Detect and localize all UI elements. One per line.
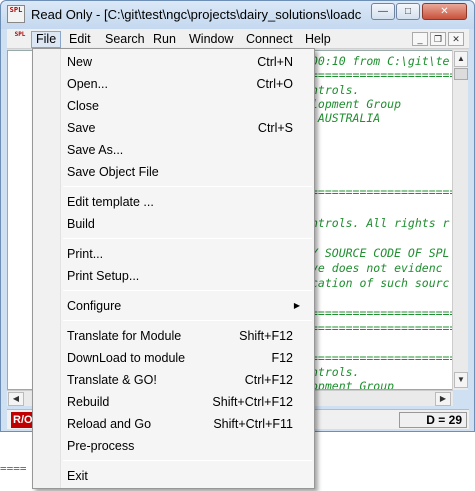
menu-edit[interactable]: Edit <box>65 31 95 48</box>
background-text: ==== <box>0 462 27 475</box>
menu-item-exit[interactable]: Exit <box>35 465 312 487</box>
menu-item-label: Rebuild <box>67 395 110 409</box>
menu-item-build[interactable]: Build <box>35 213 312 235</box>
menu-item-label: Close <box>67 99 99 113</box>
code-line: ====================== <box>311 306 457 320</box>
menu-item-rebuild[interactable]: Rebuild Shift+Ctrl+F12 <box>35 391 312 413</box>
code-line: ====================== <box>311 321 457 335</box>
read-only-indicator: R/O <box>11 412 33 428</box>
code-line: ntrols. <box>311 365 360 379</box>
menu-item-reload-and-go[interactable]: Reload and Go Shift+Ctrl+F11 <box>35 413 312 435</box>
minimize-button[interactable]: — <box>371 3 395 20</box>
menu-item-print-setup[interactable]: Print Setup... <box>35 265 312 287</box>
menu-item-shortcut: F12 <box>271 351 293 365</box>
code-line: ====================== <box>311 185 457 199</box>
document-icon[interactable]: SPL <box>12 31 28 46</box>
menu-item-label: Pre-process <box>67 439 135 453</box>
menu-item-edit-template[interactable]: Edit template ... <box>35 191 312 213</box>
code-line: ntrols. All rights r <box>311 216 450 230</box>
menu-item-shortcut: Ctrl+S <box>257 121 293 135</box>
menu-item-pre-process[interactable]: Pre-process <box>35 435 312 457</box>
menu-item-label: Print Setup... <box>67 269 140 283</box>
menu-item-shortcut: Shift+Ctrl+F12 <box>212 395 293 409</box>
menu-item-label: Save As... <box>67 143 124 157</box>
menu-window[interactable]: Window <box>185 31 237 48</box>
menu-item-shortcut: Shift+F12 <box>239 329 293 343</box>
menu-item-label: New <box>67 55 93 69</box>
menu-item-save-as[interactable]: Save As... <box>35 139 312 161</box>
menu-run[interactable]: Run <box>149 31 180 48</box>
menu-item-label: Build <box>67 217 95 231</box>
menu-connect[interactable]: Connect <box>242 31 297 48</box>
menu-item-label: Exit <box>67 469 88 483</box>
menu-separator <box>63 290 312 291</box>
screen: SPL Read Only - [C:\git\test\ngc\project… <box>0 0 475 491</box>
menu-item-label: DownLoad to module <box>67 351 186 365</box>
close-button[interactable]: ✕ <box>422 3 467 20</box>
maximize-button[interactable]: □ <box>396 3 420 20</box>
mdi-restore-button[interactable]: ❐ <box>430 32 446 46</box>
code-line: opment Group <box>311 379 395 390</box>
menu-item-shortcut: Ctrl+O <box>256 77 293 91</box>
code-line: cation of such sourc <box>311 276 450 290</box>
menu-item-print[interactable]: Print... <box>35 243 312 265</box>
menu-item-save[interactable]: Save Ctrl+S <box>35 117 312 139</box>
mdi-minimize-button[interactable]: _ <box>412 32 428 46</box>
scroll-up-arrow-icon[interactable]: ▲ <box>454 51 468 67</box>
window-title: Read Only - [C:\git\test\ngc\projects\da… <box>31 7 361 22</box>
menu-item-configure[interactable]: Configure ▶ <box>35 295 312 317</box>
menu-item-save-object-file[interactable]: Save Object File <box>35 161 312 183</box>
menu-item-label: Edit template ... <box>67 195 154 209</box>
scroll-down-arrow-icon[interactable]: ▼ <box>454 372 468 388</box>
menu-file[interactable]: File <box>31 31 62 48</box>
menu-item-label: Translate & GO! <box>67 373 157 387</box>
menu-help[interactable]: Help <box>301 31 335 48</box>
menu-separator <box>63 320 312 321</box>
menu-item-open[interactable]: Open... Ctrl+O <box>35 73 312 95</box>
menu-item-label: Open... <box>67 77 108 91</box>
title-bar[interactable]: SPL Read Only - [C:\git\test\ngc\project… <box>1 1 474 29</box>
menu-item-label: Save Object File <box>67 165 159 179</box>
menu-item-shortcut: Ctrl+N <box>257 55 293 69</box>
code-line: ntrols. <box>311 83 360 97</box>
code-line: ====================== <box>311 351 457 365</box>
menu-item-label: Print... <box>67 247 104 261</box>
menu-item-label: Translate for Module <box>67 329 182 343</box>
menu-item-download-to-module[interactable]: DownLoad to module F12 <box>35 347 312 369</box>
line-indicator: D = 29 <box>399 412 467 428</box>
menu-item-shortcut: Ctrl+F12 <box>244 373 293 387</box>
submenu-arrow-icon: ▶ <box>293 301 300 310</box>
menu-item-translate-and-go[interactable]: Translate & GO! Ctrl+F12 <box>35 369 312 391</box>
menu-item-new[interactable]: New Ctrl+N <box>35 51 312 73</box>
mdi-close-button[interactable]: ✕ <box>448 32 464 46</box>
code-line: ====================== <box>311 68 457 82</box>
scroll-left-arrow-icon[interactable]: ◀ <box>8 392 24 406</box>
app-icon[interactable]: SPL <box>7 5 25 23</box>
menu-separator <box>63 186 312 187</box>
menu-separator <box>63 238 312 239</box>
code-line: lopment Group <box>311 97 402 111</box>
menu-search[interactable]: Search <box>101 31 149 48</box>
menu-item-shortcut: Shift+Ctrl+F11 <box>213 417 293 431</box>
menu-item-close[interactable]: Close <box>35 95 312 117</box>
menu-item-label: Configure <box>67 299 122 313</box>
vertical-scrollbar[interactable]: ▲ ▼ <box>452 50 468 390</box>
code-line: ve does not evidenc <box>311 261 443 275</box>
menu-item-label: Reload and Go <box>67 417 152 431</box>
scroll-thumb[interactable] <box>454 68 468 80</box>
scroll-right-arrow-icon[interactable]: ▶ <box>435 392 451 406</box>
code-line: 00:10 from C:\git\te <box>311 54 450 68</box>
menu-bar: SPL File Edit Search Run Window Connect … <box>7 29 469 49</box>
file-menu-dropdown: New Ctrl+N Open... Ctrl+O Close Save Ctr… <box>32 48 315 489</box>
code-line: AUSTRALIA <box>311 111 381 125</box>
code-line: Y SOURCE CODE OF SPL <box>311 246 450 260</box>
menu-item-translate-for-module[interactable]: Translate for Module Shift+F12 <box>35 325 312 347</box>
menu-item-label: Save <box>67 121 96 135</box>
menu-separator <box>63 460 312 461</box>
